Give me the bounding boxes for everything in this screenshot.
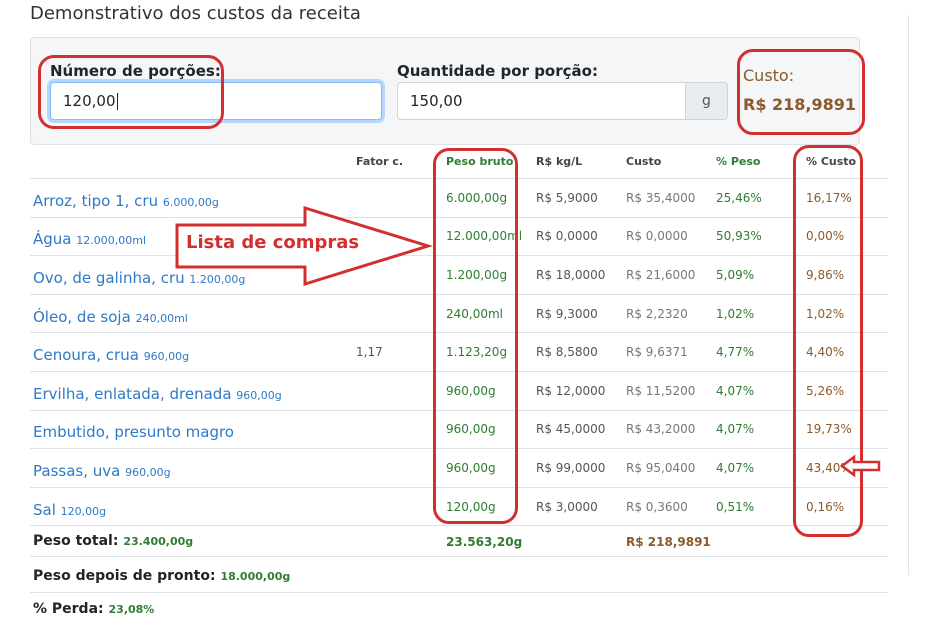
row-divider [30, 525, 888, 526]
cell-pct-weight: 4,77% [716, 345, 755, 359]
row-divider [30, 592, 888, 593]
cell-price: R$ 8,5800 [536, 345, 598, 359]
cell-price: R$ 5,9000 [536, 191, 598, 205]
total-cost: R$ 218,9891 [626, 535, 711, 549]
quantity-value: 150,00 [410, 92, 463, 110]
annotation-shopping-list: Lista de compras [186, 232, 360, 253]
annotation-box-portions [38, 55, 224, 129]
cell-pct-weight: 25,46% [716, 191, 762, 205]
cell-cost: R$ 21,6000 [626, 268, 696, 282]
ingredient-link-sal[interactable]: Sal 120,00g [33, 501, 106, 519]
cell-pct-weight: 4,07% [716, 384, 755, 398]
cell-price: R$ 0,0000 [536, 229, 598, 243]
ingredient-link-passas[interactable]: Passas, uva 960,00g [33, 462, 171, 480]
total-weight: Peso total: 23.400,00g [33, 533, 194, 549]
row-divider [30, 556, 888, 557]
quantity-label: Quantidade por porção: [397, 62, 598, 80]
right-divider [908, 15, 909, 575]
col-header-factor: Fator c. [356, 155, 404, 168]
cell-cost: R$ 35,4000 [626, 191, 696, 205]
cell-pct-weight: 1,02% [716, 307, 755, 321]
annotation-box-pct-cost [793, 145, 863, 537]
ready-weight: Peso depois de pronto: 18.000,00g [33, 568, 291, 584]
ingredient-link-cenoura[interactable]: Cenoura, crua 960,00g [33, 346, 189, 364]
cell-factor: 1,17 [356, 345, 383, 359]
total-gross-weight: 23.563,20g [446, 535, 523, 549]
cell-pct-weight: 4,07% [716, 461, 755, 475]
ingredient-link-ervilha[interactable]: Ervilha, enlatada, drenada 960,00g [33, 385, 282, 403]
cell-pct-weight: 4,07% [716, 422, 755, 436]
ingredient-link-presunto[interactable]: Embutido, presunto magro [33, 423, 234, 441]
col-header-price-per-kg: R$ kg/L [536, 155, 583, 168]
ingredient-link-agua[interactable]: Água 12.000,00ml [33, 230, 146, 248]
cell-price: R$ 45,0000 [536, 422, 606, 436]
cell-cost: R$ 11,5200 [626, 384, 696, 398]
cell-cost: R$ 2,2320 [626, 307, 688, 321]
annotation-box-gross-weight [433, 148, 518, 524]
cell-pct-weight: 5,09% [716, 268, 755, 282]
cell-price: R$ 18,0000 [536, 268, 606, 282]
annotation-arrow-left [840, 454, 881, 478]
cell-price: R$ 99,0000 [536, 461, 606, 475]
col-header-cost: Custo [626, 155, 662, 168]
cell-pct-weight: 50,93% [716, 229, 762, 243]
annotation-box-cost [737, 49, 865, 135]
loss-percentage: % Perda: 23,08% [33, 601, 155, 617]
quantity-input[interactable]: 150,00 [397, 82, 686, 120]
page-title: Demonstrativo dos custos da receita [30, 3, 361, 24]
cell-cost: R$ 0,3600 [626, 500, 688, 514]
ingredient-link-oleo[interactable]: Óleo, de soja 240,00ml [33, 308, 188, 326]
cell-cost: R$ 0,0000 [626, 229, 688, 243]
cell-cost: R$ 9,6371 [626, 345, 688, 359]
cell-cost: R$ 95,0400 [626, 461, 696, 475]
cell-price: R$ 3,0000 [536, 500, 598, 514]
cell-cost: R$ 43,2000 [626, 422, 696, 436]
cell-pct-weight: 0,51% [716, 500, 755, 514]
col-header-pct-weight: % Peso [716, 155, 761, 168]
quantity-unit-addon: g [686, 82, 728, 120]
cell-price: R$ 12,0000 [536, 384, 606, 398]
cell-price: R$ 9,3000 [536, 307, 598, 321]
